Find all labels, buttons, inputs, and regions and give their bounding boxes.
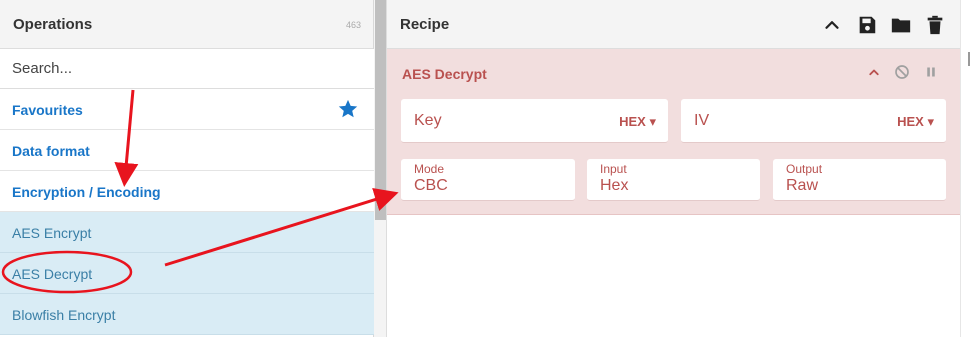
category-encryption-encoding[interactable]: Encryption / Encoding	[0, 171, 374, 212]
operation-label: AES Encrypt	[12, 225, 92, 241]
search-input[interactable]	[0, 49, 374, 89]
chevron-up-icon[interactable]	[821, 14, 843, 36]
trash-icon[interactable]	[924, 14, 946, 36]
input-value: Hex	[600, 177, 629, 194]
mode-value: CBC	[414, 177, 448, 194]
iv-format-value: HEX	[897, 114, 924, 129]
operation-label: AES Decrypt	[12, 266, 93, 282]
folder-icon[interactable]	[890, 14, 912, 36]
mode-select[interactable]: Mode CBC	[401, 159, 575, 201]
caret-down-icon: ▾	[927, 114, 934, 129]
operation-item-aes-encrypt[interactable]: AES Encrypt	[0, 212, 374, 253]
key-field[interactable]: Key HEX ▾	[401, 99, 668, 143]
category-label: Favourites	[12, 102, 83, 118]
output-label: Output	[786, 162, 823, 176]
input-panel-edge	[960, 0, 972, 337]
iv-format-dropdown[interactable]: HEX ▾	[897, 114, 934, 130]
panel-gutter[interactable]	[374, 0, 387, 337]
key-placeholder: Key	[414, 112, 442, 129]
category-favourites[interactable]: Favourites	[0, 89, 374, 130]
disable-icon[interactable]	[893, 63, 911, 81]
key-format-dropdown[interactable]: HEX ▾	[619, 114, 656, 130]
mode-label: Mode	[414, 162, 445, 176]
operation-item-aes-decrypt[interactable]: AES Decrypt	[0, 253, 374, 294]
category-label: Encryption / Encoding	[12, 184, 161, 200]
category-label: Data format	[12, 143, 90, 159]
text-cursor	[968, 52, 970, 66]
pause-icon[interactable]	[922, 63, 940, 81]
operations-header: Operations 463	[0, 0, 373, 49]
input-format-select[interactable]: Input Hex	[587, 159, 760, 201]
save-icon[interactable]	[856, 14, 878, 36]
operations-panel: Operations 463 Favourites Data format En…	[0, 0, 374, 337]
iv-placeholder: IV	[694, 112, 710, 129]
key-format-value: HEX	[619, 114, 646, 129]
operation-name: AES Decrypt	[402, 66, 487, 82]
recipe-header: Recipe	[387, 0, 960, 49]
operations-title: Operations	[13, 16, 93, 33]
operation-label: Blowfish Encrypt	[12, 307, 116, 323]
caret-down-icon: ▾	[649, 114, 656, 129]
input-label: Input	[600, 162, 627, 176]
output-value: Raw	[786, 177, 819, 194]
iv-field[interactable]: IV HEX ▾	[681, 99, 946, 143]
recipe-operation-aes-decrypt: AES Decrypt Key HEX ▾ IV HEX ▾ Mode CBC …	[387, 49, 960, 215]
recipe-title: Recipe	[400, 16, 450, 33]
scrollbar-thumb[interactable]	[375, 0, 386, 220]
recipe-panel: Recipe AES Decrypt Key HEX ▾ IV HEX ▾ Mo…	[387, 0, 960, 337]
star-icon[interactable]	[337, 98, 359, 120]
operation-item-blowfish-encrypt[interactable]: Blowfish Encrypt	[0, 294, 374, 335]
category-data-format[interactable]: Data format	[0, 130, 374, 171]
chevron-up-icon[interactable]	[865, 63, 883, 81]
output-format-select[interactable]: Output Raw	[773, 159, 946, 201]
operations-count: 463	[345, 20, 361, 30]
